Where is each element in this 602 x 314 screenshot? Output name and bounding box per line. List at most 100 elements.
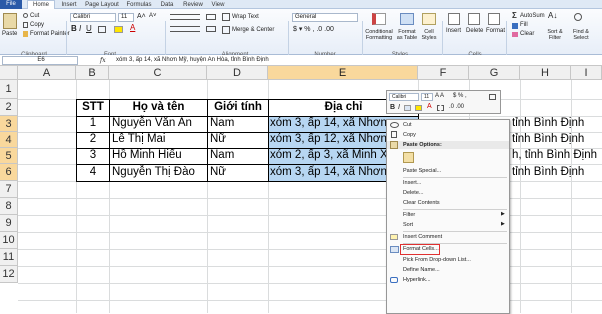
clear-button[interactable]: Clear	[520, 31, 534, 38]
menu-item-pick-from-list[interactable]: Pick From Drop-down List...	[403, 256, 471, 264]
formula-input[interactable]: xóm 3, ấp 14, xã Nhơn Mỹ, huyện An Hòa, …	[116, 57, 269, 64]
mini-fill-color-icon[interactable]	[415, 105, 422, 111]
orientation-icon[interactable]	[206, 14, 216, 20]
autosum-button[interactable]: AutoSum	[520, 13, 545, 20]
menu-item-insert-comment[interactable]: Insert Comment	[403, 233, 442, 241]
cut-button[interactable]: Cut	[30, 13, 39, 20]
fx-icon[interactable]: fx	[100, 57, 106, 64]
cell-gender[interactable]: Nữ	[210, 131, 268, 148]
number-format-icons[interactable]: $ ▾ % , .0 .00	[293, 26, 334, 33]
mini-font-box[interactable]: Calibri	[389, 93, 419, 101]
menu-item-insert[interactable]: Insert...	[403, 179, 421, 187]
number-format-box[interactable]: General	[292, 13, 358, 22]
font-color-icon[interactable]: A	[130, 24, 135, 32]
name-box[interactable]: E6	[2, 56, 78, 65]
cell-address[interactable]: xóm 3, ấp 14, xã Nhơn M	[270, 115, 387, 132]
tab-review[interactable]: Review	[180, 1, 206, 9]
font-size-box[interactable]: 11	[118, 13, 134, 22]
menu-item-cut[interactable]: Cut	[403, 121, 412, 129]
sort-filter-button[interactable]: Sort & Filter	[543, 29, 567, 41]
cell-gender[interactable]: Nam	[210, 147, 268, 164]
align-top-icons[interactable]	[170, 14, 200, 20]
column-header-d[interactable]: D	[207, 66, 268, 80]
merge-center-button[interactable]: Merge & Center	[232, 27, 274, 34]
grow-font-icon[interactable]: A˄	[137, 13, 146, 20]
column-header-b[interactable]: B	[76, 66, 109, 80]
menu-item-clear-contents[interactable]: Clear Contents	[403, 199, 440, 207]
wrap-text-button[interactable]: Wrap Text	[232, 14, 259, 21]
italic-icon[interactable]: I	[79, 25, 81, 33]
column-header-i[interactable]: I	[571, 66, 602, 80]
menu-item-copy[interactable]: Copy	[403, 131, 416, 139]
select-all-corner[interactable]	[0, 66, 18, 80]
insert-cells-icon[interactable]	[448, 13, 460, 25]
borders-icon[interactable]	[98, 26, 106, 33]
format-table-icon[interactable]	[400, 13, 414, 25]
menu-item-hyperlink[interactable]: Hyperlink...	[403, 276, 431, 284]
row-header-5[interactable]: 5	[0, 148, 18, 164]
mini-font-color-icon[interactable]: A	[427, 103, 432, 110]
column-header-f[interactable]: F	[418, 66, 469, 80]
row-header-3[interactable]: 3	[0, 116, 18, 132]
row-header-1[interactable]: 1	[0, 80, 18, 99]
mini-align-icon[interactable]	[404, 105, 411, 111]
mini-borders-icon[interactable]	[437, 105, 444, 111]
menu-item-delete[interactable]: Delete...	[403, 189, 423, 197]
row-header-9[interactable]: 9	[0, 215, 18, 232]
tab-file[interactable]: File	[0, 0, 22, 9]
row-header-10[interactable]: 10	[0, 232, 18, 249]
menu-item-filter[interactable]: Filter	[403, 211, 415, 219]
fill-color-icon[interactable]	[114, 26, 123, 33]
shrink-font-icon[interactable]: A˅	[149, 13, 157, 20]
indent-icon[interactable]	[206, 26, 216, 32]
underline-icon[interactable]: U	[86, 25, 92, 33]
cell-styles-icon[interactable]	[422, 13, 436, 25]
paste-button[interactable]: Paste	[2, 31, 17, 38]
cell-stt[interactable]: 4	[77, 163, 109, 181]
mini-bold-icon[interactable]: B	[390, 104, 395, 111]
mini-size-box[interactable]: 11	[421, 93, 433, 101]
conditional-formatting-button[interactable]: Conditional Formatting	[362, 29, 396, 41]
cell-address[interactable]: xóm 2, ấp 3, xã Minh Xu	[270, 147, 387, 164]
menu-item-sort[interactable]: Sort	[403, 221, 413, 229]
row-header-8[interactable]: 8	[0, 198, 18, 215]
mini-number-icons[interactable]: $ % ,	[453, 93, 467, 100]
cell-stt[interactable]: 1	[77, 115, 109, 132]
tab-page-layout[interactable]: Page Layout	[84, 1, 120, 9]
mini-grow-font-icon[interactable]: A A	[435, 93, 444, 100]
cell-address[interactable]: xóm 3, ấp 12, xã Nhơn M	[270, 131, 387, 148]
paste-icon[interactable]	[3, 13, 17, 29]
format-cells-icon[interactable]	[488, 13, 500, 25]
row-header-7[interactable]: 7	[0, 181, 18, 198]
row-header-4[interactable]: 4	[0, 132, 18, 148]
mini-decimal-icons[interactable]: .0 .00	[449, 104, 464, 111]
align-center-icons[interactable]	[170, 26, 200, 32]
tab-data[interactable]: Data	[157, 1, 177, 9]
row-header-6[interactable]: 6	[0, 164, 18, 181]
column-header-h[interactable]: H	[520, 66, 571, 80]
cell-styles-button[interactable]: Cell Styles	[418, 29, 440, 41]
format-button[interactable]: Format	[486, 28, 505, 35]
menu-item-define-name[interactable]: Define Name...	[403, 266, 440, 274]
cell-stt[interactable]: 2	[77, 131, 109, 148]
column-header-e[interactable]: E	[268, 66, 418, 80]
copy-button[interactable]: Copy	[30, 22, 44, 29]
conditional-formatting-icon[interactable]	[372, 13, 386, 25]
tab-formulas[interactable]: Formulas	[124, 1, 154, 9]
row-header-11[interactable]: 11	[0, 249, 18, 266]
font-name-box[interactable]: Calibri	[70, 13, 116, 22]
tab-view[interactable]: View	[208, 1, 228, 9]
cell-name[interactable]: Nguyễn Văn An	[112, 115, 207, 132]
cell-gender[interactable]: Nữ	[210, 163, 268, 181]
delete-button[interactable]: Delete	[466, 28, 483, 35]
cell-name[interactable]: Nguyễn Thị Đào	[112, 163, 207, 181]
mini-format-painter-icon[interactable]	[489, 94, 496, 100]
menu-item-paste-special[interactable]: Paste Special...	[403, 167, 441, 175]
bold-icon[interactable]: B	[71, 25, 77, 33]
insert-button[interactable]: Insert	[446, 28, 461, 35]
cell-name[interactable]: Hồ Minh Hiếu	[112, 147, 207, 164]
cell-gender[interactable]: Nam	[210, 115, 268, 132]
cell-address[interactable]: xóm 3, ấp 14, xã Nhơn M	[270, 163, 387, 181]
find-select-button[interactable]: Find & Select	[568, 29, 594, 41]
delete-cells-icon[interactable]	[468, 13, 480, 25]
